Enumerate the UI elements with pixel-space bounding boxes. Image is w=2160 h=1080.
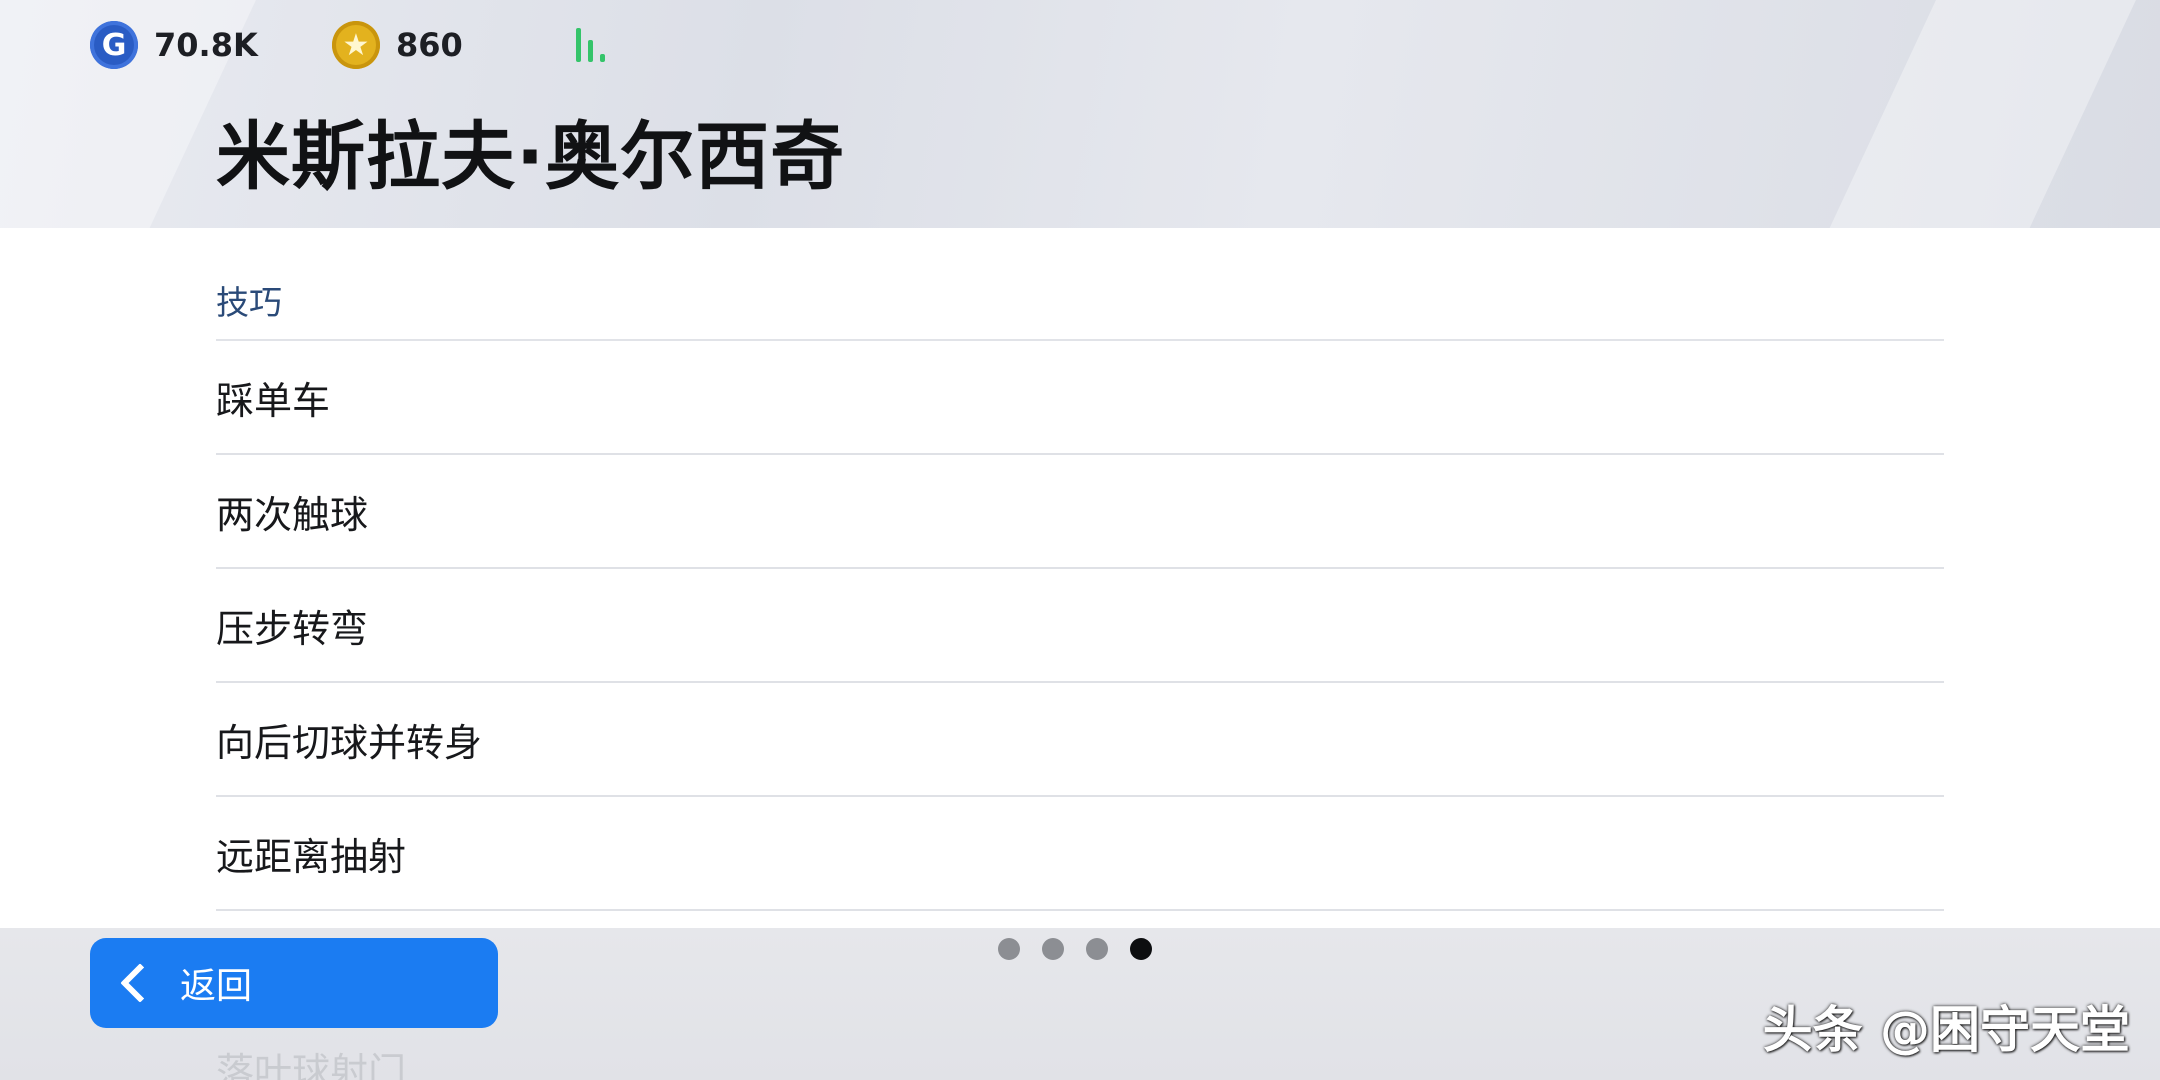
page-indicator	[998, 938, 1152, 960]
page-dot[interactable]	[1042, 938, 1064, 960]
skill-item[interactable]: 向后切球并转身	[216, 683, 1944, 797]
star-coin-icon: ★	[332, 21, 380, 69]
gp-coin-icon: G	[90, 21, 138, 69]
skill-list: 踩单车 两次触球 压步转弯 向后切球并转身 远距离抽射	[216, 341, 1944, 911]
signal-bars-icon	[576, 26, 616, 62]
skill-item[interactable]: 踩单车	[216, 341, 1944, 455]
coin-counter[interactable]: ★ 860	[332, 20, 463, 70]
gp-counter[interactable]: G 70.8K	[90, 20, 258, 70]
chevron-left-icon	[120, 963, 160, 1003]
skill-item[interactable]: 压步转弯	[216, 569, 1944, 683]
skill-item[interactable]: 两次触球	[216, 455, 1944, 569]
skill-item[interactable]: 远距离抽射	[216, 797, 1944, 911]
gp-value: 70.8K	[154, 26, 258, 64]
coin-value: 860	[396, 26, 463, 64]
back-button-label: 返回	[180, 966, 253, 1007]
partial-skill-item: 落叶球射门	[216, 1052, 407, 1080]
page-dot[interactable]	[1086, 938, 1108, 960]
header-decoration	[1805, 0, 2155, 228]
header: G 70.8K ★ 860 米斯拉夫·奥尔西奇	[0, 0, 2160, 228]
footer-bar: 返回 落叶球射门 头条 @困守天堂	[0, 928, 2160, 1080]
page-dot[interactable]	[998, 938, 1020, 960]
skills-panel: 技巧 踩单车 两次触球 压步转弯 向后切球并转身 远距离抽射	[0, 228, 2160, 928]
back-button[interactable]: 返回	[90, 938, 498, 1028]
player-name: 米斯拉夫·奥尔西奇	[216, 114, 846, 200]
page-dot-active[interactable]	[1130, 938, 1152, 960]
section-title: 技巧	[216, 283, 282, 322]
watermark: 头条 @困守天堂	[1762, 1001, 2130, 1059]
